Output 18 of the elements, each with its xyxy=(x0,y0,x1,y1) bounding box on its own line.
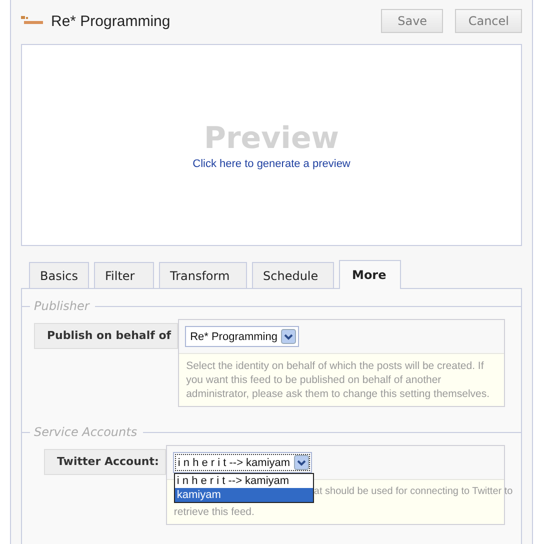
save-button[interactable]: Save xyxy=(381,9,444,33)
cancel-button[interactable]: Cancel xyxy=(455,9,522,33)
tab[interactable]: Basics xyxy=(29,262,89,288)
logo-icon xyxy=(21,16,43,26)
help-text: Select the identity on behalf of which the posts will be created. If you want this feed to be published on behalf of another administrator, please ask them to change this setting themselves. xyxy=(179,353,504,406)
section-legend: Service Accounts xyxy=(34,425,138,439)
field-label: Twitter Account: xyxy=(44,449,166,475)
field-label: Publish on behalf of xyxy=(34,323,178,349)
generate-preview-link[interactable]: Click here to generate a preview xyxy=(192,158,350,170)
tab[interactable]: More xyxy=(339,260,401,289)
section-legend: Publisher xyxy=(34,299,90,313)
tab[interactable]: Transform xyxy=(159,262,247,288)
dropdown-option[interactable]: kamiyam xyxy=(174,488,313,502)
tab[interactable]: Schedule xyxy=(252,262,334,288)
select-field[interactable]: i n h e r i t --> kamiyam xyxy=(172,452,312,473)
select-field[interactable]: Re* Programming xyxy=(185,326,300,347)
tab[interactable]: Filter xyxy=(94,262,154,288)
page-title: Re* Programming xyxy=(51,12,172,30)
